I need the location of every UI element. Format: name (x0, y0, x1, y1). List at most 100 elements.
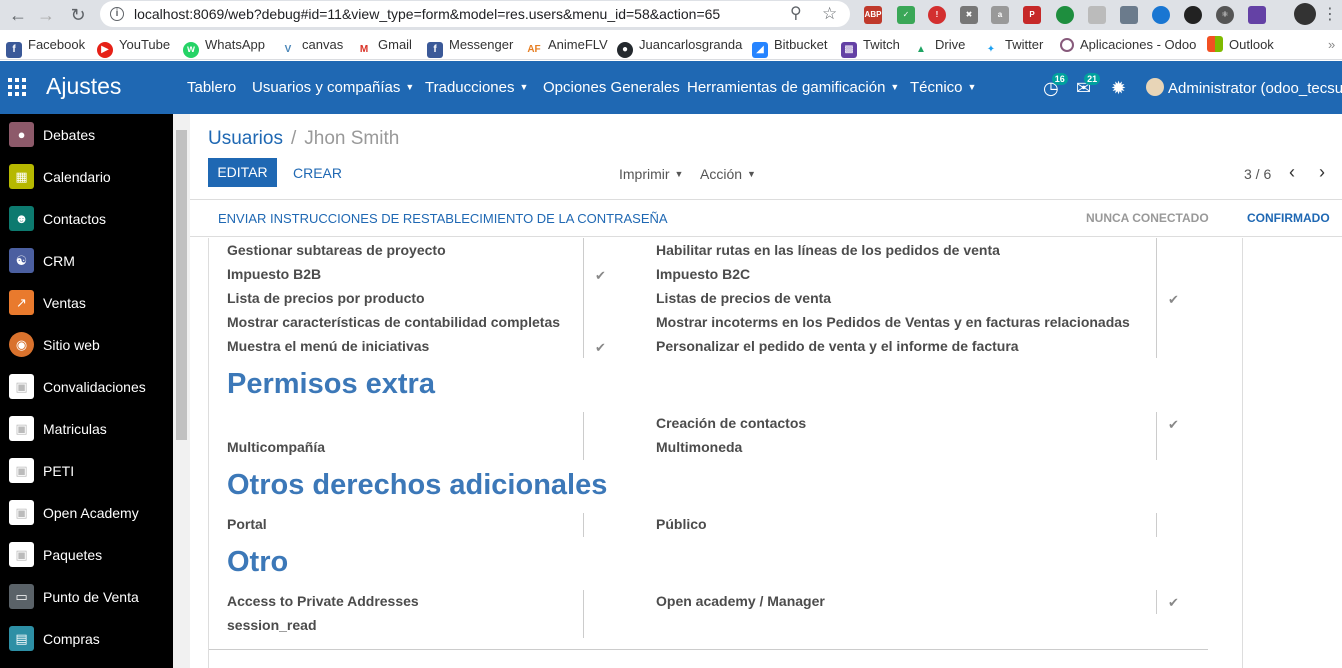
menu-gamificacion[interactable]: Herramientas de gamificación ▼ (687, 79, 899, 96)
sidebar-item-label: Convalidaciones (43, 379, 146, 395)
sidebar-item-compras[interactable]: ▤ Compras (0, 618, 173, 660)
app-sidebar: ● Debates ▦ Calendario ☻ Contactos ☯ CRM ↗ Ve… (0, 114, 173, 668)
sidebar-scroll-thumb[interactable] (176, 130, 187, 440)
caret-down-icon: ▼ (747, 169, 756, 179)
action-dropdown[interactable]: Acción ▼ (700, 166, 756, 182)
address-bar[interactable]: i localhost:8069/web?debug#id=11&view_ty… (100, 1, 850, 27)
card-icon: ▤ (9, 626, 34, 651)
calendar-icon: ▦ (9, 164, 34, 189)
browser-menu-icon[interactable]: ⋮ (1318, 3, 1342, 27)
menu-usuarios-companias[interactable]: Usuarios y compañías ▼ (252, 79, 414, 96)
sidebar-item-calendario[interactable]: ▦ Calendario (0, 156, 173, 198)
checkmark-icon: ✔ (1168, 595, 1179, 610)
back-icon[interactable]: ← (6, 3, 30, 27)
reset-password-button[interactable]: ENVIAR INSTRUCCIONES DE RESTABLECIMIENTO… (218, 211, 668, 226)
messages-icon[interactable]: ✉ 21 (1076, 73, 1101, 99)
print-dropdown[interactable]: Imprimir ▼ (619, 166, 683, 182)
bookmark-facebook[interactable]: f Facebook (6, 30, 85, 60)
group-label: Mostrar incoterms en los Pedidos de Vent… (656, 314, 1130, 330)
bookmark-label: Twitch (863, 37, 900, 52)
world-extension-icon[interactable] (1152, 6, 1170, 24)
menu-opciones-generales[interactable]: Opciones Generales (543, 79, 680, 96)
edit-button[interactable]: EDITAR (208, 158, 277, 187)
reload-icon[interactable]: ↻ (66, 3, 90, 27)
bookmark-animeflv[interactable]: AF AnimeFLV (526, 30, 608, 60)
bookmark-star-icon[interactable]: ☆ (822, 1, 837, 27)
camera-icon: ▣ (9, 416, 34, 441)
bookmark-twitter[interactable]: ✦ Twitter (983, 30, 1043, 60)
sidebar-item-convalidaciones[interactable]: ▣ Convalidaciones (0, 366, 173, 408)
breadcrumb-current: Jhon Smith (304, 128, 400, 149)
bookmark-label: Bitbucket (774, 37, 828, 52)
link-extension-icon[interactable] (1120, 6, 1138, 24)
sidebar-item-open-academy[interactable]: ▣ Open Academy (0, 492, 173, 534)
sidebar-item-peti[interactable]: ▣ PETI (0, 450, 173, 492)
bookmark-odoo[interactable]: Aplicaciones - Odoo (1060, 30, 1196, 60)
microsoft-icon (1207, 36, 1223, 52)
user-menu[interactable]: Administrator (odoo_tecsup (1146, 78, 1342, 97)
group-label: Muestra el menú de iniciativas (227, 338, 430, 354)
menu-tecnico[interactable]: Técnico ▼ (910, 79, 976, 96)
sidebar-item-crm[interactable]: ☯ CRM (0, 240, 173, 282)
github-icon: ● (617, 42, 633, 58)
amazon-extension-icon[interactable]: a (991, 6, 1009, 24)
previous-record-icon[interactable]: ‹ (1289, 162, 1295, 183)
bookmark-outlook[interactable]: Outlook (1207, 30, 1274, 60)
profile-avatar[interactable] (1294, 3, 1316, 25)
state-confirmed[interactable]: CONFIRMADO (1247, 211, 1330, 225)
url-text[interactable]: localhost:8069/web?debug#id=11&view_type… (134, 1, 720, 27)
bookmark-whatsapp[interactable]: w WhatsApp (183, 30, 265, 60)
sidebar-item-ventas[interactable]: ↗ Ventas (0, 282, 173, 324)
leaf-extension-icon[interactable] (1056, 6, 1074, 24)
circle-extension-icon[interactable] (1184, 6, 1202, 24)
globe-icon: ◉ (9, 332, 34, 357)
menu-label: Tablero (187, 79, 237, 96)
twitch-extension-icon[interactable] (1248, 6, 1266, 24)
tools-extension-icon[interactable]: ✖ (960, 6, 978, 24)
bookmark-gmail[interactable]: M Gmail (356, 30, 412, 60)
state-never-connected[interactable]: NUNCA CONECTADO (1086, 211, 1209, 225)
caret-down-icon: ▼ (519, 82, 529, 92)
form-view: Usuarios / Jhon Smith EDITAR CREAR Imprimi… (190, 114, 1342, 668)
bookmark-label: YouTube (119, 37, 171, 52)
bookmark-drive[interactable]: ▲ Drive (913, 30, 965, 60)
group-label: Listas de precios de venta (656, 290, 832, 306)
adblock-extension-icon[interactable]: ABP (864, 6, 882, 24)
more-bookmarks-icon[interactable]: » (1328, 30, 1335, 60)
debug-bug-icon[interactable]: ✹ (1111, 78, 1126, 99)
sidebar-item-sitio-web[interactable]: ◉ Sitio web (0, 324, 173, 366)
action-label: Acción (700, 166, 743, 182)
create-button[interactable]: CREAR (293, 165, 342, 181)
sidebar-item-contactos[interactable]: ☻ Contactos (0, 198, 173, 240)
breadcrumb-usuarios[interactable]: Usuarios (208, 128, 283, 149)
info-icon[interactable]: i (110, 7, 124, 21)
zoom-icon[interactable]: ⚲ (790, 1, 802, 27)
group-label: Impuesto B2C (656, 266, 751, 282)
menu-tablero[interactable]: Tablero (187, 79, 236, 96)
group-label: Creación de contactos (656, 415, 807, 431)
sidebar-item-debates[interactable]: ● Debates (0, 114, 173, 156)
group-label: Personalizar el pedido de venta y el inf… (656, 338, 1019, 354)
forward-icon[interactable]: → (34, 3, 58, 27)
menu-traducciones[interactable]: Traducciones ▼ (425, 79, 528, 96)
react-extension-icon[interactable]: ⚛ (1216, 6, 1234, 24)
reader-extension-icon[interactable]: ! (928, 6, 946, 24)
sidebar-item-label: Debates (43, 127, 96, 143)
pdf-extension-icon[interactable]: P (1023, 6, 1041, 24)
gmail-icon: M (356, 42, 372, 58)
apps-menu-icon[interactable] (8, 78, 26, 96)
sidebar-item-paquetes[interactable]: ▣ Paquetes (0, 534, 173, 576)
sidebar-item-punto-de-venta[interactable]: ▭ Punto de Venta (0, 576, 173, 618)
activity-clock-icon[interactable]: ◷ 16 (1043, 73, 1068, 99)
bookmark-canvas[interactable]: Vcanvas (280, 30, 343, 60)
bookmark-youtube[interactable]: ▶ YouTube (97, 30, 170, 60)
bookmark-twitch[interactable]: ▩ Twitch (841, 30, 900, 60)
next-record-icon[interactable]: › (1319, 162, 1325, 183)
bookmark-bitbucket[interactable]: ◢ Bitbucket (752, 30, 827, 60)
cube-extension-icon[interactable] (1088, 6, 1106, 24)
bookmark-messenger[interactable]: f Messenger (427, 30, 513, 60)
bookmark-github[interactable]: ● Juancarlosgranda (617, 30, 742, 60)
shield-extension-icon[interactable]: ✓ (897, 6, 915, 24)
sidebar-item-matriculas[interactable]: ▣ Matriculas (0, 408, 173, 450)
pager-value: 3 / 6 (1244, 166, 1272, 182)
